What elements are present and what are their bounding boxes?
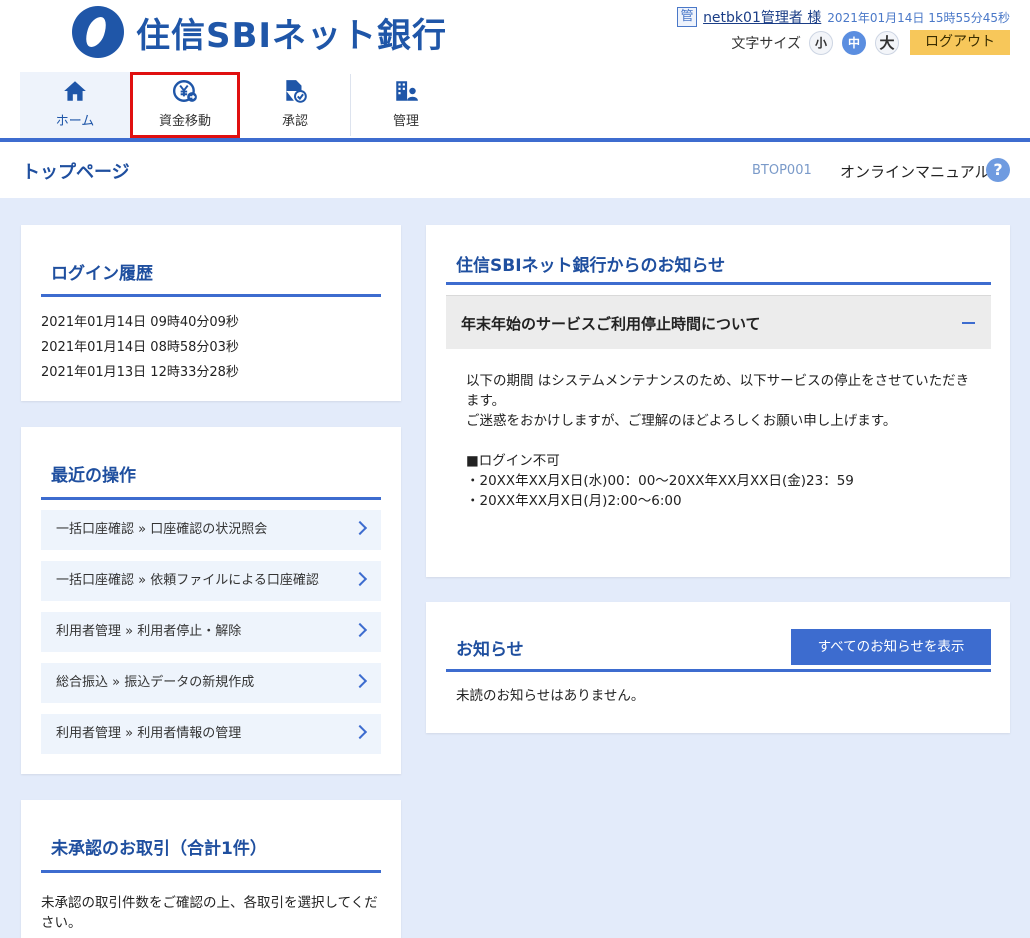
yen-transfer-icon xyxy=(172,80,197,102)
font-size-medium-button[interactable]: 中 xyxy=(842,30,866,55)
recent-operation-label: 利用者管理 » 利用者停止・解除 xyxy=(56,624,242,639)
nav-fund-transfer-label: 資金移動 xyxy=(158,114,211,129)
bank-notice-card: 住信SBIネット銀行からのお知らせ 年末年始のサービスご利用停止時間について 以… xyxy=(426,225,1010,577)
global-nav: ホーム 資金移動 承認 管理 xyxy=(20,72,461,138)
admin-badge: 管 xyxy=(677,7,698,27)
login-history-entry: 2021年01月13日 12時33分28秒 xyxy=(41,365,239,380)
section-rule xyxy=(446,669,991,672)
recent-operations-card: 最近の操作 一括口座確認 » 口座確認の状況照会 一括口座確認 » 依頼ファイル… xyxy=(21,427,401,774)
section-rule xyxy=(41,870,381,873)
notice-line: ・20XX年XX月X日(水)00：00～20XX年XX月XX日(金)23：59 xyxy=(466,473,854,489)
pending-transactions-card: 未承認のお取引（合計1件） 未承認の取引件数をご確認の上、各取引を選択してくださ… xyxy=(21,800,401,938)
font-size-switcher: 文字サイズ 小 中 大 ログアウト xyxy=(731,30,1010,55)
recent-operation-link[interactable]: 一括口座確認 » 口座確認の状況照会 xyxy=(41,510,381,550)
recent-operations-title: 最近の操作 xyxy=(51,466,136,486)
notice-body: 以下の期間 はシステムメンテナンスのため、以下サービスの停止をさせていただきます… xyxy=(466,371,976,511)
show-all-notices-button[interactable]: すべてのお知らせを表示 xyxy=(791,629,991,665)
nav-management[interactable]: 管理 xyxy=(351,72,461,138)
page-title-bar: トップページ BTOP001 オンラインマニュアル ? xyxy=(0,142,1030,198)
login-history-entry: 2021年01月14日 09時40分09秒 xyxy=(41,315,239,330)
login-history-entry: 2021年01月14日 08時58分03秒 xyxy=(41,340,239,355)
section-rule xyxy=(41,497,381,500)
recent-operation-label: 総合振込 » 振込データの新規作成 xyxy=(56,675,255,690)
notices-empty-text: 未読のお知らせはありません。 xyxy=(456,688,645,704)
screen-id: BTOP001 xyxy=(752,163,812,178)
font-size-large-button[interactable]: 大 xyxy=(875,30,899,55)
management-icon xyxy=(396,81,418,101)
font-size-small-button[interactable]: 小 xyxy=(809,30,833,55)
user-name-link[interactable]: netbk01管理者 様 xyxy=(703,7,821,27)
login-history-title: ログイン履歴 xyxy=(51,264,153,284)
page-title: トップページ xyxy=(22,162,130,183)
font-size-label: 文字サイズ xyxy=(731,35,801,52)
help-icon[interactable]: ? xyxy=(986,158,1010,182)
notice-accordion-header[interactable]: 年末年始のサービスご利用停止時間について xyxy=(446,295,991,349)
home-icon xyxy=(64,81,86,101)
chevron-right-icon xyxy=(352,724,368,740)
pending-transactions-title: 未承認のお取引（合計1件） xyxy=(51,839,267,859)
current-datetime: 2021年01月14日 15時55分45秒 xyxy=(827,10,1010,25)
login-history-card: ログイン履歴 2021年01月14日 09時40分09秒 2021年01月14日… xyxy=(21,225,401,401)
nav-management-label: 管理 xyxy=(392,114,419,129)
notice-line: 以下の期間 はシステムメンテナンスのため、以下サービスの停止をさせていただきます… xyxy=(466,373,970,409)
notices-title: お知らせ xyxy=(456,640,524,660)
recent-operation-label: 一括口座確認 » 依頼ファイルによる口座確認 xyxy=(56,573,319,588)
chevron-right-icon xyxy=(352,673,368,689)
recent-operation-label: 一括口座確認 » 口座確認の状況照会 xyxy=(56,522,268,537)
logo-mark-icon xyxy=(72,6,124,58)
collapse-icon xyxy=(962,322,975,324)
recent-operation-link[interactable]: 利用者管理 » 利用者情報の管理 xyxy=(41,714,381,754)
pending-transactions-text: 未承認の取引件数をご確認の上、各取引を選択してください。 xyxy=(41,895,378,931)
recent-operation-label: 利用者管理 » 利用者情報の管理 xyxy=(56,726,242,741)
nav-approval[interactable]: 承認 xyxy=(240,72,350,138)
recent-operation-link[interactable]: 総合振込 » 振込データの新規作成 xyxy=(41,663,381,703)
notice-item-title: 年末年始のサービスご利用停止時間について xyxy=(461,315,761,333)
notice-line: ・20XX年XX月X日(月)2:00～6:00 xyxy=(466,493,682,509)
recent-operation-link[interactable]: 利用者管理 » 利用者停止・解除 xyxy=(41,612,381,652)
notices-card: お知らせ すべてのお知らせを表示 未読のお知らせはありません。 xyxy=(426,602,1010,733)
section-rule xyxy=(41,294,381,297)
approval-document-icon xyxy=(286,80,307,103)
nav-home[interactable]: ホーム xyxy=(20,72,130,138)
notice-line: ■ログイン不可 xyxy=(466,453,560,469)
chevron-right-icon xyxy=(352,520,368,536)
chevron-right-icon xyxy=(352,571,368,587)
nav-home-label: ホーム xyxy=(55,114,95,129)
chevron-right-icon xyxy=(352,622,368,638)
section-rule xyxy=(446,282,991,285)
notice-line xyxy=(466,431,976,451)
logout-button[interactable]: ログアウト xyxy=(910,30,1010,55)
bank-logo[interactable]: 住信SBIネット銀行 xyxy=(72,6,447,58)
notice-line: ご迷惑をおかけしますが、ご理解のほどよろしくお願い申し上げます。 xyxy=(466,413,897,429)
nav-approval-label: 承認 xyxy=(281,114,308,129)
online-manual-link[interactable]: オンラインマニュアル xyxy=(840,161,990,182)
recent-operation-link[interactable]: 一括口座確認 » 依頼ファイルによる口座確認 xyxy=(41,561,381,601)
user-info: 管 netbk01管理者 様 2021年01月14日 15時55分45秒 xyxy=(677,7,1010,27)
nav-fund-transfer[interactable]: 資金移動 xyxy=(130,72,240,138)
bank-notice-title: 住信SBIネット銀行からのお知らせ xyxy=(456,256,726,276)
brand-name: 住信SBIネット銀行 xyxy=(136,15,448,56)
header: 住信SBIネット銀行 管 netbk01管理者 様 2021年01月14日 15… xyxy=(0,0,1030,140)
